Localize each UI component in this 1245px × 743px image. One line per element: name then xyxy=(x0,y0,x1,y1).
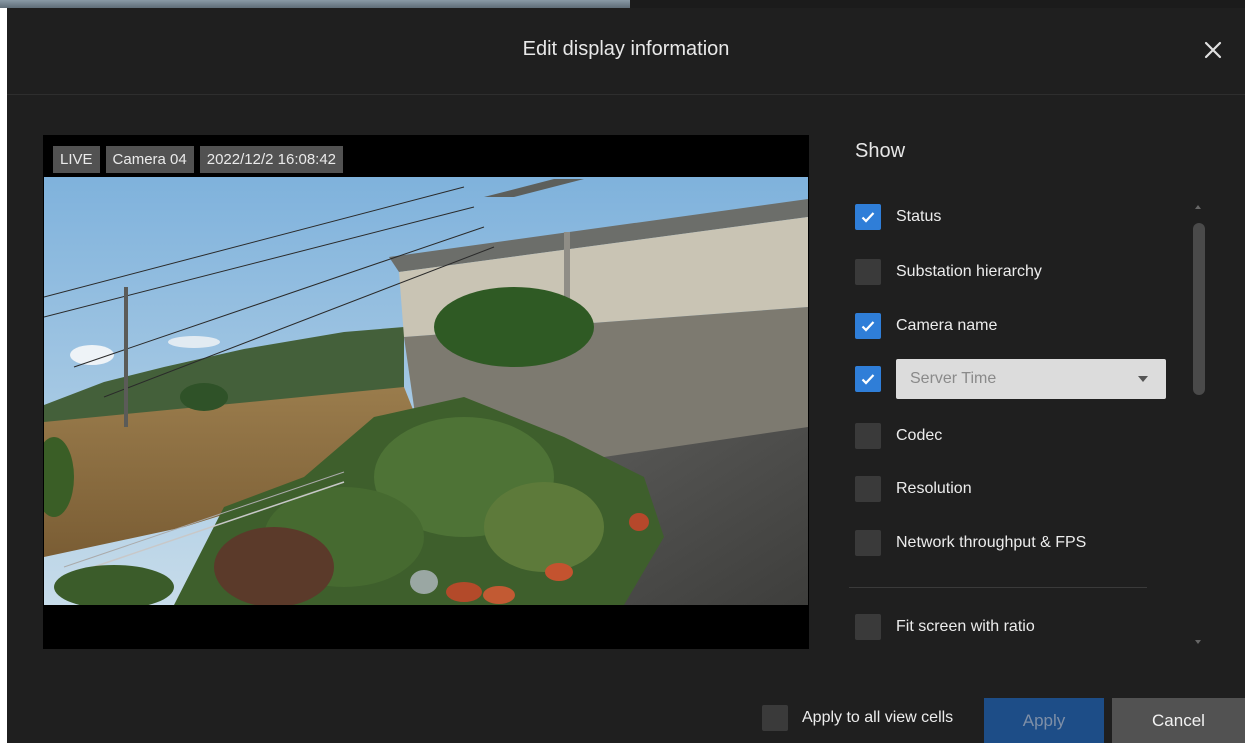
checkmark-icon xyxy=(861,374,875,385)
scroll-down-arrow-icon[interactable] xyxy=(1195,640,1201,644)
fit-screen-checkbox[interactable] xyxy=(855,614,881,640)
dialog-title: Edit display information xyxy=(522,38,730,60)
checkmark-icon xyxy=(861,321,875,332)
background-window-strip-dark xyxy=(630,0,1245,8)
scroll-up-arrow-icon[interactable] xyxy=(1195,205,1201,209)
options-scrollbar-thumb[interactable] xyxy=(1193,223,1205,395)
option-codec[interactable]: Codec xyxy=(855,422,942,450)
camera-name-tag: Camera 04 xyxy=(105,146,194,173)
apply-to-all-label: Apply to all view cells xyxy=(802,709,954,726)
codec-checkbox[interactable] xyxy=(855,423,881,449)
option-substation-hierarchy[interactable]: Substation hierarchy xyxy=(855,258,1042,286)
option-network-throughput[interactable]: Network throughput & FPS xyxy=(855,529,1086,557)
substation-hierarchy-checkbox[interactable] xyxy=(855,259,881,285)
show-options-panel: Show Status Substation hierarchy Camera … xyxy=(845,135,1205,649)
options-divider xyxy=(849,587,1147,588)
status-label: Status xyxy=(896,208,942,225)
edit-display-dialog: Edit display information LIVE Camera 04 … xyxy=(7,8,1245,743)
preview-overlay-bar: LIVE Camera 04 2022/12/2 16:08:42 xyxy=(53,146,344,173)
time-source-value: Server Time xyxy=(910,370,997,387)
checkmark-icon xyxy=(861,212,875,223)
option-camera-name[interactable]: Camera name xyxy=(855,312,997,340)
timestamp-tag: 2022/12/2 16:08:42 xyxy=(199,146,344,173)
dialog-header: Edit display information xyxy=(7,8,1245,95)
fit-screen-label: Fit screen with ratio xyxy=(896,618,1035,635)
chevron-down-icon xyxy=(1138,376,1148,382)
network-throughput-label: Network throughput & FPS xyxy=(896,534,1087,551)
show-section-title: Show xyxy=(855,140,906,162)
camera-name-label: Camera name xyxy=(896,317,998,334)
live-status-tag: LIVE xyxy=(53,146,100,173)
substation-hierarchy-label: Substation hierarchy xyxy=(896,263,1042,280)
option-status[interactable]: Status xyxy=(855,203,941,231)
option-resolution[interactable]: Resolution xyxy=(855,475,972,503)
option-time[interactable] xyxy=(855,365,881,393)
camera-name-checkbox[interactable] xyxy=(855,313,881,339)
cancel-button[interactable]: Cancel xyxy=(1112,698,1245,743)
close-button[interactable] xyxy=(1201,38,1225,62)
codec-label: Codec xyxy=(896,427,943,444)
time-source-select[interactable]: Server Time xyxy=(896,359,1166,399)
apply-button[interactable]: Apply xyxy=(984,698,1104,743)
network-throughput-checkbox[interactable] xyxy=(855,530,881,556)
close-icon xyxy=(1204,41,1222,59)
background-window-strip xyxy=(0,0,630,8)
time-checkbox[interactable] xyxy=(855,366,881,392)
resolution-label: Resolution xyxy=(896,480,972,497)
camera-preview: LIVE Camera 04 2022/12/2 16:08:42 xyxy=(43,135,809,649)
resolution-checkbox[interactable] xyxy=(855,476,881,502)
apply-to-all-checkbox[interactable] xyxy=(762,705,788,731)
status-checkbox[interactable] xyxy=(855,204,881,230)
camera-scene-image xyxy=(44,177,808,605)
camera-video-frame xyxy=(44,177,808,605)
option-fit-screen[interactable]: Fit screen with ratio xyxy=(855,613,1035,641)
apply-to-all-option[interactable]: Apply to all view cells xyxy=(762,705,953,731)
